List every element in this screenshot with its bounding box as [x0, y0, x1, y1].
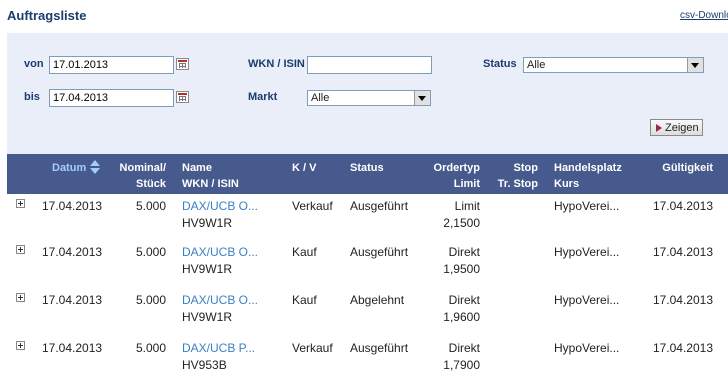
column-header-name: Name: [182, 162, 212, 174]
row-nominal: 5.000: [135, 293, 166, 307]
column-header-datum[interactable]: Datum: [52, 160, 86, 176]
wkn-input[interactable]: [307, 56, 432, 74]
bis-date-input[interactable]: [49, 89, 174, 107]
row-nominal: 5.000: [135, 341, 166, 355]
column-header-limit: Limit: [453, 178, 480, 190]
row-gueltigkeit: 17.04.2013: [652, 199, 713, 213]
sort-icon[interactable]: [89, 160, 101, 176]
calendar-icon[interactable]: [176, 58, 189, 70]
row-datum: 17.04.2013: [42, 245, 103, 259]
row-name-link[interactable]: DAX/UCB O...: [182, 244, 258, 260]
row-wkn: HV9W1R: [182, 262, 233, 276]
table-row: 17.04.2013 5.000 DAX/UCB P... HV953B Ver…: [7, 336, 728, 374]
expand-icon[interactable]: [16, 245, 25, 254]
column-header-stueck: Stück: [136, 178, 166, 190]
row-limit: 1,7900: [443, 358, 480, 372]
von-date-input[interactable]: [49, 56, 174, 74]
row-datum: 17.04.2013: [42, 341, 103, 355]
calendar-icon[interactable]: [176, 91, 189, 103]
row-nominal: 5.000: [135, 245, 166, 259]
column-header-gueltigkeit: Gültigkeit: [662, 162, 713, 174]
column-header-status: Status: [350, 162, 384, 174]
column-header-kurs: Kurs: [554, 178, 580, 190]
column-header-nominal: Nominal/: [119, 162, 166, 174]
row-nominal: 5.000: [135, 199, 166, 213]
row-datum: 17.04.2013: [42, 199, 103, 213]
von-label: von: [24, 58, 44, 70]
expand-icon[interactable]: [16, 199, 25, 208]
row-gueltigkeit: 17.04.2013: [652, 245, 713, 259]
column-header-stop: Stop: [513, 162, 538, 174]
row-wkn: HV9W1R: [182, 216, 233, 230]
row-kv: Verkauf: [292, 341, 333, 355]
row-kv: Verkauf: [292, 199, 333, 213]
row-handelsplatz: HypoVerei...: [554, 341, 620, 355]
column-header-ordertyp: Ordertyp: [433, 162, 480, 174]
row-kv: Kauf: [292, 293, 317, 307]
chevron-down-icon: [687, 58, 703, 72]
row-status: Ausgeführt: [350, 341, 409, 355]
markt-select[interactable]: Alle: [307, 90, 431, 106]
row-status: Ausgeführt: [350, 199, 409, 213]
row-gueltigkeit: 17.04.2013: [652, 293, 713, 307]
row-ordertyp: Direkt: [448, 341, 480, 355]
row-ordertyp: Limit: [454, 199, 480, 213]
csv-download-link[interactable]: csv-Download: [680, 10, 728, 21]
status-selected-value: Alle: [527, 59, 546, 71]
expand-icon[interactable]: [16, 341, 25, 350]
expand-icon[interactable]: [16, 293, 25, 302]
row-handelsplatz: HypoVerei...: [554, 245, 620, 259]
bis-label: bis: [24, 91, 40, 103]
filter-panel: von bis WKN / ISIN Markt Alle Status All…: [7, 33, 728, 154]
column-header-handelsplatz: Handelsplatz: [554, 162, 622, 174]
row-datum: 17.04.2013: [42, 293, 103, 307]
play-icon: [656, 124, 662, 132]
page-title: Auftragsliste: [7, 8, 87, 23]
status-select[interactable]: Alle: [523, 57, 704, 73]
zeigen-button-label: Zeigen: [665, 122, 699, 134]
table-row: 17.04.2013 5.000 DAX/UCB O... HV9W1R Kau…: [7, 288, 728, 338]
row-status: Ausgeführt: [350, 245, 409, 259]
zeigen-button[interactable]: Zeigen: [650, 119, 703, 136]
row-wkn: HV9W1R: [182, 310, 233, 324]
row-name-link[interactable]: DAX/UCB P...: [182, 340, 255, 356]
markt-selected-value: Alle: [311, 92, 330, 104]
row-handelsplatz: HypoVerei...: [554, 293, 620, 307]
row-status: Abgelehnt: [350, 293, 405, 307]
column-header-wkn: WKN / ISIN: [182, 178, 239, 190]
wkn-label: WKN / ISIN: [248, 58, 305, 70]
column-header-kv: K / V: [292, 162, 317, 174]
column-header-trailing-stop: Tr. Stop: [497, 178, 538, 190]
row-gueltigkeit: 17.04.2013: [652, 341, 713, 355]
row-wkn: HV953B: [182, 358, 227, 372]
markt-label: Markt: [248, 91, 278, 103]
status-label: Status: [483, 58, 517, 70]
row-kv: Kauf: [292, 245, 317, 259]
row-name-link[interactable]: DAX/UCB O...: [182, 198, 258, 214]
row-limit: 2,1500: [443, 216, 480, 230]
row-limit: 1,9600: [443, 310, 480, 324]
row-ordertyp: Direkt: [448, 293, 480, 307]
page-header: Auftragsliste csv-Download: [0, 0, 728, 30]
row-ordertyp: Direkt: [448, 245, 480, 259]
row-limit: 1,9500: [443, 262, 480, 276]
table-row: 17.04.2013 5.000 DAX/UCB O... HV9W1R Ver…: [7, 194, 728, 244]
row-handelsplatz: HypoVerei...: [554, 199, 620, 213]
chevron-down-icon: [414, 91, 430, 105]
row-name-link[interactable]: DAX/UCB O...: [182, 292, 258, 308]
table-row: 17.04.2013 5.000 DAX/UCB O... HV9W1R Kau…: [7, 240, 728, 290]
